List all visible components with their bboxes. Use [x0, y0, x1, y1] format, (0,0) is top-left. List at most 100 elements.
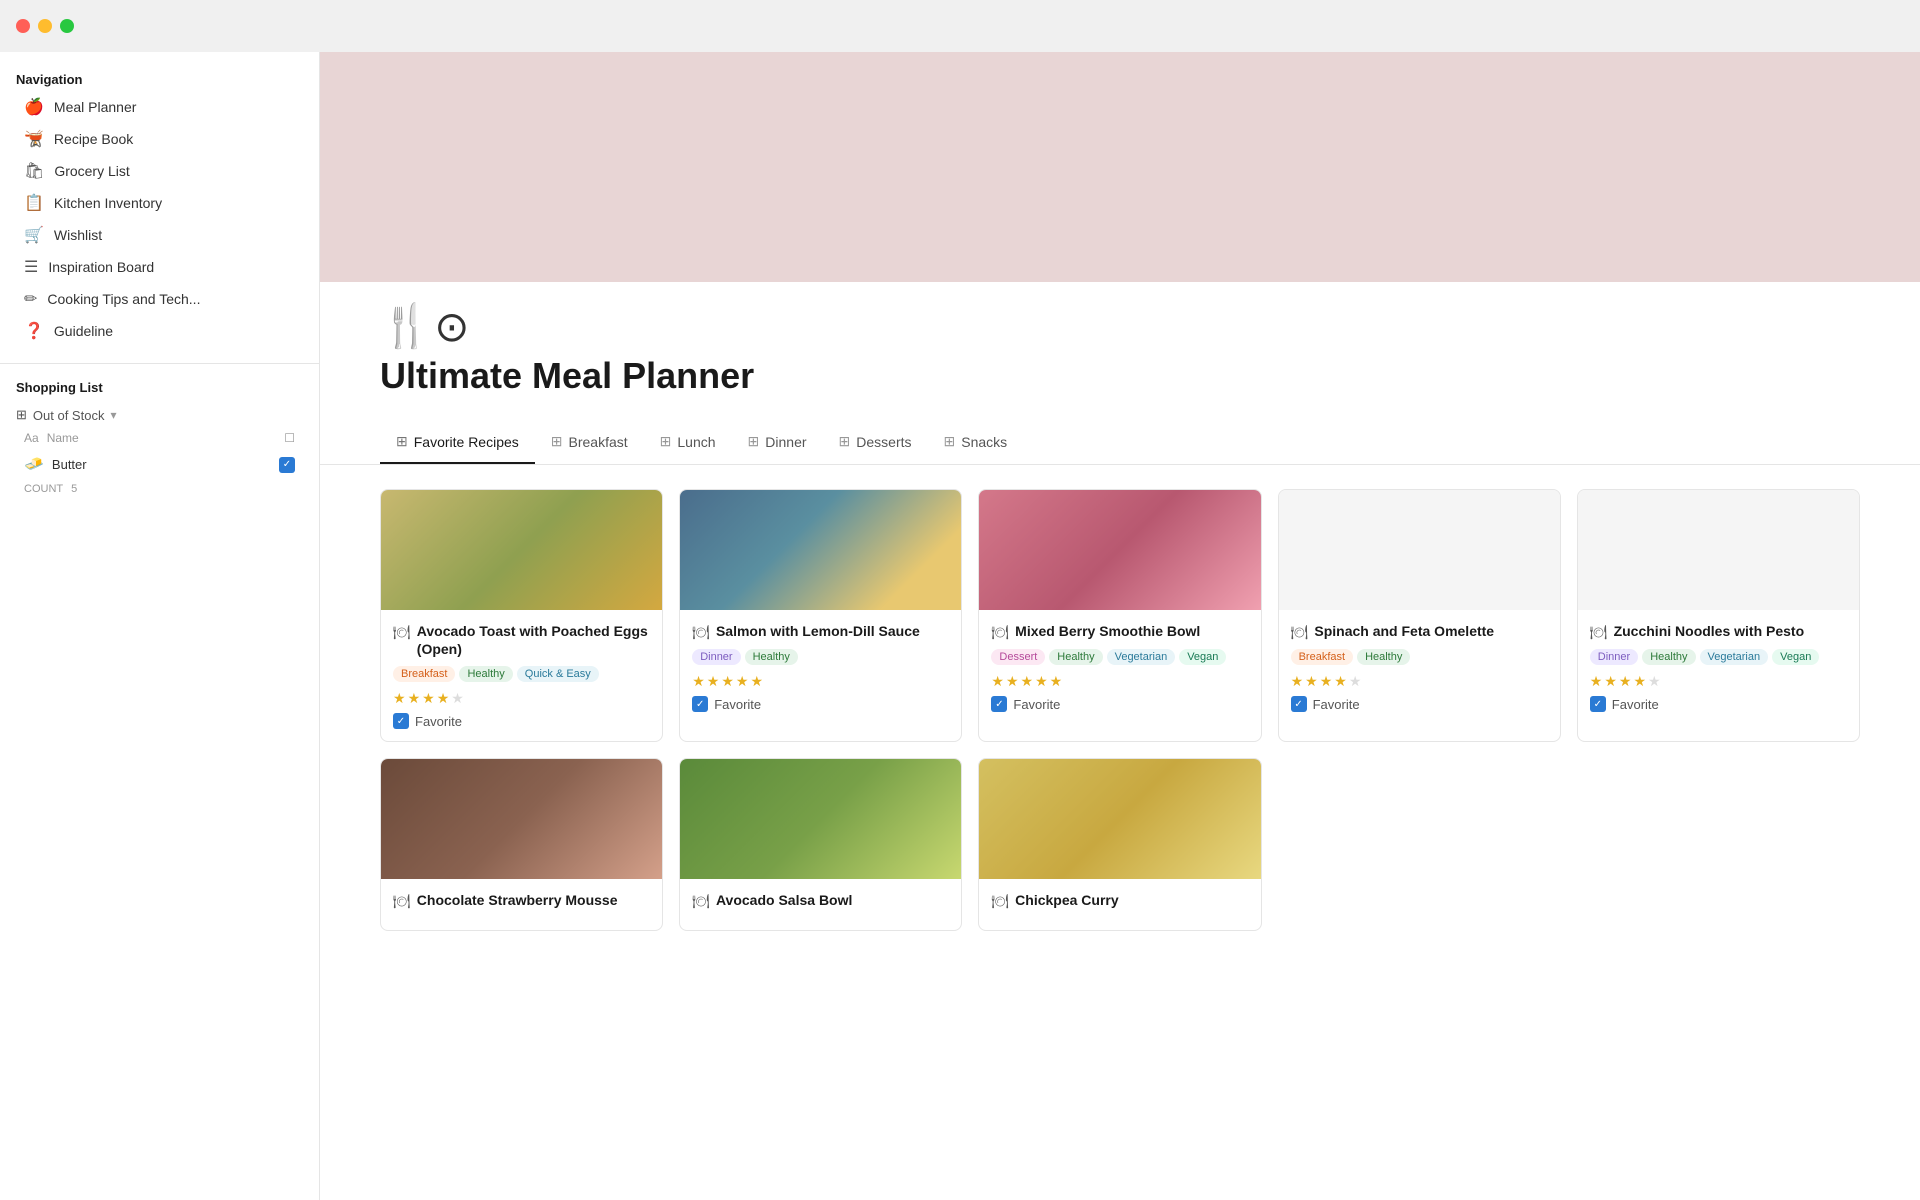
recipe-stars-1: ★★★★★ — [692, 673, 949, 690]
favorite-checkbox[interactable]: ✓ — [991, 696, 1007, 712]
minimize-button[interactable] — [38, 19, 52, 33]
recipe-card-2[interactable]: 🍽 Mixed Berry Smoothie Bowl DessertHealthy… — [978, 489, 1261, 742]
star-empty: ★ — [451, 690, 464, 707]
favorite-label: Favorite — [1313, 697, 1360, 712]
tab-desserts[interactable]: ⊞ Desserts — [823, 421, 928, 464]
recipe-image-4 — [1578, 490, 1859, 610]
plate-recipe-icon: 🍽 — [1291, 624, 1309, 641]
tag-vegan: Vegan — [1772, 649, 1819, 665]
recipe-title-text-6: Avocado Salsa Bowl — [716, 891, 852, 909]
sidebar-label-inspiration-board: Inspiration Board — [48, 259, 154, 275]
star-filled: ★ — [393, 690, 406, 707]
star-empty: ★ — [1648, 673, 1661, 690]
nav-title: Navigation — [16, 72, 303, 87]
favorite-checkbox[interactable]: ✓ — [393, 713, 409, 729]
plate-recipe-icon: 🍽 — [991, 893, 1009, 910]
star-filled: ★ — [707, 673, 720, 690]
sidebar-item-cooking-tips[interactable]: ✏ Cooking Tips and Tech... — [16, 283, 303, 315]
recipe-card-7[interactable]: 🍽 Chickpea Curry — [978, 758, 1261, 931]
star-filled: ★ — [1334, 673, 1347, 690]
recipe-title-row-1: 🍽Salmon with Lemon-Dill Sauce — [692, 622, 949, 641]
out-of-stock-toggle[interactable]: ⊞ Out of Stock ▾ — [16, 403, 303, 427]
cart-icon: 🛒 — [24, 225, 44, 245]
tab-label-dinner: Dinner — [765, 434, 806, 450]
page-header: 🍴 ⊙ Ultimate Meal Planner — [320, 282, 1920, 421]
list-icon: ☰ — [24, 257, 38, 277]
recipe-tags-2: DessertHealthyVegetarianVegan — [991, 649, 1248, 665]
sidebar-item-inspiration-board[interactable]: ☰ Inspiration Board — [16, 251, 303, 283]
tab-snacks[interactable]: ⊞ Snacks — [928, 421, 1024, 464]
favorite-label: Favorite — [714, 697, 761, 712]
tag-quick-&-easy: Quick & Easy — [517, 666, 599, 682]
favorite-label: Favorite — [1612, 697, 1659, 712]
tab-favorite-recipes[interactable]: ⊞ Favorite Recipes — [380, 421, 535, 464]
tab-label-favorite: Favorite Recipes — [414, 434, 519, 450]
recipe-card-6[interactable]: 🍽Avocado Salsa Bowl — [679, 758, 962, 931]
recipe-title-text-7: Chickpea Curry — [1015, 891, 1118, 909]
recipe-title-text-2: Mixed Berry Smoothie Bowl — [1015, 622, 1200, 640]
recipe-card-4[interactable]: 🍽Zucchini Noodles with PestoDinnerHealth… — [1577, 489, 1860, 742]
tab-lunch[interactable]: ⊞ Lunch — [644, 421, 732, 464]
tag-dinner: Dinner — [692, 649, 740, 665]
star-filled: ★ — [408, 690, 421, 707]
sidebar-label-cooking-tips: Cooking Tips and Tech... — [47, 291, 200, 307]
tabs-bar: ⊞ Favorite Recipes ⊞ Breakfast ⊞ Lunch ⊞… — [320, 421, 1920, 465]
star-filled: ★ — [1006, 673, 1019, 690]
recipe-image-3 — [1279, 490, 1560, 610]
recipe-card-0[interactable]: 🍽Avocado Toast with Poached Eggs (Open)B… — [380, 489, 663, 742]
tab-breakfast[interactable]: ⊞ Breakfast — [535, 421, 644, 464]
shopping-item-butter[interactable]: 🧈 Butter ✓ — [16, 449, 303, 479]
star-filled: ★ — [1320, 673, 1333, 690]
star-filled: ★ — [1291, 673, 1304, 690]
pot-icon: 🫕 — [24, 129, 44, 149]
fork-icon: 🍴 — [380, 302, 432, 351]
maximize-button[interactable] — [60, 19, 74, 33]
sidebar-item-grocery-list[interactable]: 🛍 Grocery List — [16, 155, 303, 187]
recipe-card-5[interactable]: 🍽 Chocolate Strawberry Mousse — [380, 758, 663, 931]
question-icon: ❓ — [24, 321, 44, 341]
plate-recipe-icon: 🍽 — [991, 624, 1009, 641]
sidebar-item-guideline[interactable]: ❓ Guideline — [16, 315, 303, 347]
favorite-checkbox[interactable]: ✓ — [692, 696, 708, 712]
shopping-list-title: Shopping List — [16, 380, 303, 395]
tab-label-lunch: Lunch — [677, 434, 715, 450]
plate-icon: ⊙ — [434, 302, 469, 351]
star-filled: ★ — [721, 673, 734, 690]
shopping-list-section: Shopping List ⊞ Out of Stock ▾ Aa Name ☐… — [0, 363, 319, 507]
sidebar-label-grocery-list: Grocery List — [54, 163, 129, 179]
sidebar-item-meal-planner[interactable]: 🍎 Meal Planner — [16, 91, 303, 123]
grid-icon-snacks: ⊞ — [944, 433, 956, 450]
sidebar-label-kitchen-inventory: Kitchen Inventory — [54, 195, 162, 211]
recipe-stars-3: ★★★★★ — [1291, 673, 1548, 690]
tag-vegetarian: Vegetarian — [1700, 649, 1769, 665]
star-filled: ★ — [1050, 673, 1063, 690]
grid-icon-lunch: ⊞ — [660, 433, 672, 450]
pencil-icon: ✏ — [24, 289, 37, 309]
favorite-checkbox[interactable]: ✓ — [1291, 696, 1307, 712]
tag-breakfast: Breakfast — [1291, 649, 1353, 665]
sidebar-item-wishlist[interactable]: 🛒 Wishlist — [16, 219, 303, 251]
sidebar-label-meal-planner: Meal Planner — [54, 99, 137, 115]
star-filled: ★ — [736, 673, 749, 690]
shopping-table-header: Aa Name ☐ — [16, 427, 303, 449]
recipe-card-3[interactable]: 🍽Spinach and Feta OmeletteBreakfastHealt… — [1278, 489, 1561, 742]
recipe-stars-0: ★★★★★ — [393, 690, 650, 707]
tag-healthy: Healthy — [1049, 649, 1102, 665]
tab-dinner[interactable]: ⊞ Dinner — [732, 421, 823, 464]
sidebar-item-kitchen-inventory[interactable]: 📋 Kitchen Inventory — [16, 187, 303, 219]
recipe-card-1[interactable]: 🍽Salmon with Lemon-Dill SauceDinnerHealt… — [679, 489, 962, 742]
close-button[interactable] — [16, 19, 30, 33]
sidebar-item-recipe-book[interactable]: 🫕 Recipe Book — [16, 123, 303, 155]
star-filled: ★ — [1035, 673, 1048, 690]
favorite-label: Favorite — [1013, 697, 1060, 712]
chevron-down-icon: ▾ — [110, 408, 116, 422]
plate-recipe-icon: 🍽 — [393, 893, 411, 910]
star-filled: ★ — [1633, 673, 1646, 690]
clipboard-icon: 📋 — [24, 193, 44, 213]
recipe-title-row-3: 🍽Spinach and Feta Omelette — [1291, 622, 1548, 641]
recipe-title-text-5: Chocolate Strawberry Mousse — [417, 891, 618, 909]
favorite-checkbox[interactable]: ✓ — [1590, 696, 1606, 712]
butter-checkbox[interactable]: ✓ — [279, 455, 295, 473]
star-filled: ★ — [991, 673, 1004, 690]
star-filled: ★ — [422, 690, 435, 707]
